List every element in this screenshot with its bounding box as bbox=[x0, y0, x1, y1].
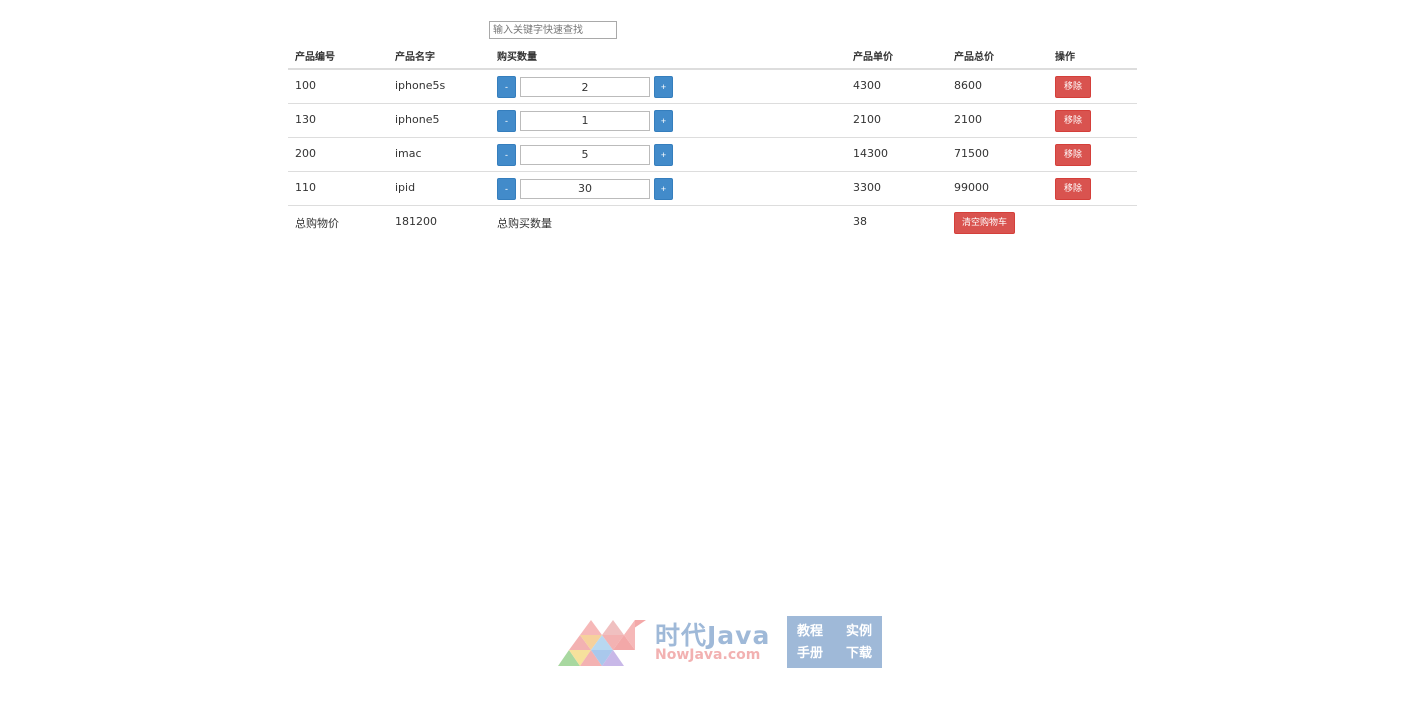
empty-cell bbox=[1048, 204, 1137, 239]
unit-price: 14300 bbox=[846, 136, 947, 171]
watermark-links: 教程 实例 手册 下载 bbox=[787, 616, 882, 668]
watermark-link: 教程 bbox=[797, 624, 824, 639]
quantity-input[interactable] bbox=[520, 110, 650, 131]
watermark-link: 手册 bbox=[797, 646, 824, 661]
table-row: 130 iphone5 - + 2100 2100 移除 bbox=[288, 102, 1137, 137]
clear-cell: 清空购物车 bbox=[947, 204, 1048, 239]
watermark-subtitle: NowJava.com bbox=[655, 647, 761, 663]
cart-table: 产品编号 产品名字 购买数量 产品单价 产品总价 操作 100 iphone5s… bbox=[288, 43, 1137, 239]
header-product-id: 产品编号 bbox=[288, 43, 388, 70]
total-quantity-label: 总购买数量 bbox=[490, 204, 846, 239]
total-price: 2100 bbox=[947, 102, 1048, 137]
quantity-stepper: - + bbox=[497, 76, 839, 98]
remove-button[interactable]: 移除 bbox=[1055, 76, 1092, 98]
search-input[interactable] bbox=[489, 21, 617, 39]
header-quantity: 购买数量 bbox=[490, 43, 846, 70]
decrement-button[interactable]: - bbox=[497, 143, 516, 166]
header-unit-price: 产品单价 bbox=[846, 43, 947, 70]
quantity-cell: - + bbox=[490, 170, 846, 205]
header-product-name: 产品名字 bbox=[388, 43, 490, 70]
total-price: 99000 bbox=[947, 170, 1048, 205]
increment-button[interactable]: + bbox=[654, 109, 673, 132]
unit-price: 2100 bbox=[846, 102, 947, 137]
decrement-button[interactable]: - bbox=[497, 177, 516, 200]
total-price-value: 181200 bbox=[388, 204, 490, 239]
remove-button[interactable]: 移除 bbox=[1055, 109, 1092, 132]
action-cell: 移除 bbox=[1048, 69, 1137, 103]
quantity-input[interactable] bbox=[520, 77, 650, 97]
total-price: 71500 bbox=[947, 136, 1048, 171]
unit-price: 4300 bbox=[853, 79, 881, 92]
watermark-logo: 时代Java NowJava.com 教程 实例 手册 下载 bbox=[558, 616, 882, 668]
product-id: 100 bbox=[295, 79, 316, 92]
unit-price: 3300 bbox=[846, 170, 947, 205]
product-name: iphone5 bbox=[388, 102, 490, 137]
remove-button[interactable]: 移除 bbox=[1055, 143, 1092, 166]
action-cell: 移除 bbox=[1048, 170, 1137, 205]
table-header-row: 产品编号 产品名字 购买数量 产品单价 产品总价 操作 bbox=[288, 43, 1137, 70]
summary-row: 总购物价 181200 总购买数量 38 清空购物车 bbox=[288, 204, 1137, 239]
action-cell: 移除 bbox=[1048, 102, 1137, 137]
increment-button[interactable]: + bbox=[654, 177, 673, 200]
remove-button[interactable]: 移除 bbox=[1055, 177, 1092, 200]
triangle-logo-icon bbox=[558, 620, 646, 666]
increment-button[interactable]: + bbox=[654, 76, 673, 98]
quantity-input[interactable] bbox=[520, 178, 650, 199]
table-row: 100 iphone5s - + 4300 8600 移除 bbox=[288, 69, 1137, 103]
quantity-cell: - + bbox=[490, 102, 846, 137]
quantity-input[interactable] bbox=[520, 144, 650, 165]
table-row: 110 ipid - + 3300 99000 移除 bbox=[288, 170, 1137, 205]
total-quantity-value: 38 bbox=[846, 204, 947, 239]
quantity-stepper: - + bbox=[497, 143, 839, 166]
product-name: imac bbox=[388, 136, 490, 171]
increment-button[interactable]: + bbox=[654, 143, 673, 166]
decrement-button[interactable]: - bbox=[497, 109, 516, 132]
quantity-cell: - + bbox=[490, 69, 846, 103]
decrement-button[interactable]: - bbox=[497, 76, 516, 98]
header-actions: 操作 bbox=[1048, 43, 1137, 70]
total-price-label: 总购物价 bbox=[288, 204, 388, 239]
clear-cart-button[interactable]: 清空购物车 bbox=[954, 211, 1016, 234]
quantity-stepper: - + bbox=[497, 177, 839, 200]
table-row: 200 imac - + 14300 71500 移除 bbox=[288, 136, 1137, 171]
product-id: 130 bbox=[288, 102, 388, 137]
product-id: 110 bbox=[288, 170, 388, 205]
product-id: 200 bbox=[288, 136, 388, 171]
header-total-price: 产品总价 bbox=[947, 43, 1048, 70]
total-price: 8600 bbox=[954, 79, 982, 92]
product-name: ipid bbox=[388, 170, 490, 205]
watermark-link: 实例 bbox=[845, 624, 872, 639]
quantity-stepper: - + bbox=[497, 109, 839, 132]
quantity-cell: - + bbox=[490, 136, 846, 171]
watermark-link: 下载 bbox=[845, 646, 872, 661]
product-name: iphone5s bbox=[395, 79, 446, 92]
action-cell: 移除 bbox=[1048, 136, 1137, 171]
